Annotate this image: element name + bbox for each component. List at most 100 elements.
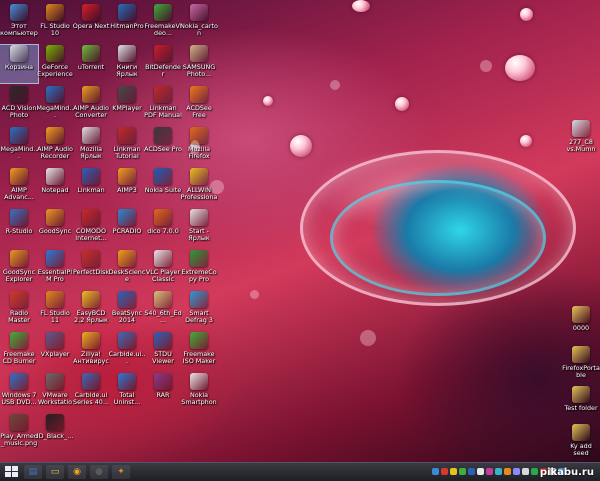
desktop-shortcut[interactable]: ACDSee Pro <box>144 127 182 165</box>
desktop-shortcut[interactable]: MegaMind... <box>36 86 74 124</box>
desktop-shortcut[interactable]: Opera Next <box>72 4 110 42</box>
tray-icon[interactable] <box>495 468 502 475</box>
desktop-shortcut[interactable]: Carbide.ui Series 40... <box>72 373 110 411</box>
desktop-shortcut[interactable]: AIMP Audio Converter <box>72 86 110 124</box>
desktop-shortcut[interactable]: KMPlayer <box>108 86 146 124</box>
desktop-shortcut[interactable]: VMware Workstation <box>36 373 74 411</box>
desktop-shortcut[interactable]: RAR <box>144 373 182 411</box>
desktop-shortcut[interactable]: Книги Ярлык <box>108 45 146 83</box>
desktop-shortcut[interactable]: VLC Player Classic <box>144 250 182 288</box>
desktop-shortcut[interactable]: STDU Viewer <box>144 332 182 370</box>
tray-icon[interactable] <box>531 468 538 475</box>
tray-icon[interactable] <box>513 468 520 475</box>
desktop-shortcut[interactable]: Test folder <box>562 386 600 424</box>
desktop-shortcut[interactable]: R-Studio <box>0 209 38 247</box>
goodsync-icon <box>10 250 28 267</box>
desktop-shortcut[interactable]: Smart Defrag 3 <box>180 291 218 329</box>
desktop-shortcut[interactable]: DeskScience <box>108 250 146 288</box>
desktop-shortcut[interactable]: Windows 7 USB DVD... <box>0 373 38 411</box>
desktop-shortcut[interactable]: FirefoxPortable <box>562 346 600 384</box>
desktop-shortcut[interactable]: BitDefender <box>144 45 182 83</box>
tray-icon[interactable] <box>468 468 475 475</box>
desktop-shortcut[interactable]: Linkman Tutorial <box>108 127 146 165</box>
desktop-shortcut[interactable]: AIMP Advanc... <box>0 168 38 206</box>
desktop-shortcut[interactable]: Nokia_carton <box>180 4 218 42</box>
desktop-shortcut[interactable]: PerfectDisk <box>72 250 110 288</box>
desktop-shortcut[interactable]: Total Uninst... <box>108 373 146 411</box>
taskbar-app-button[interactable]: ▭ <box>46 465 64 479</box>
desktop-shortcut[interactable]: Carbide.ui... <box>108 332 146 370</box>
desktop-shortcut[interactable]: GoodSync <box>36 209 74 247</box>
tray-icon[interactable] <box>450 468 457 475</box>
desktop-shortcut[interactable]: HitmanPro <box>108 4 146 42</box>
shortcut-label: dico 7.0.0 <box>147 228 179 235</box>
desktop-shortcut[interactable]: dico 7.0.0 <box>144 209 182 247</box>
desktop-shortcut[interactable]: Ky add seed <box>562 424 600 462</box>
shortcut-label: Корзина <box>4 64 34 71</box>
desktop-shortcut[interactable]: Freemake CD Burner Ярлык <box>0 332 38 370</box>
desktop-shortcut[interactable]: ALLWIN Professional <box>180 168 218 206</box>
desktop-shortcut[interactable]: FL Studio 10 <box>36 4 74 42</box>
shortcut-label: HitmanPro <box>110 23 144 30</box>
fl-studio-icon <box>46 4 64 21</box>
taskbar-app-button[interactable]: ✦ <box>112 465 130 479</box>
desktop-shortcut[interactable]: PCRADIO <box>108 209 146 247</box>
desktop-shortcut[interactable]: uTorrent <box>72 45 110 83</box>
desktop-shortcut[interactable]: GoodSync Explorer <box>0 250 38 288</box>
desktop-shortcut[interactable]: ACDSee Free <box>180 86 218 124</box>
desktop-shortcut[interactable]: SAMSUNG Photo... <box>180 45 218 83</box>
tray-icon[interactable] <box>522 468 529 475</box>
desktop-shortcut[interactable]: ExtremeCopy Pro <box>180 250 218 288</box>
desktop-shortcut[interactable]: Start - Ярлык <box>180 209 218 247</box>
desktop-shortcut[interactable]: Zillya! Антивирус <box>72 332 110 370</box>
aimp-icon: ◉ <box>73 467 81 477</box>
desktop-shortcut[interactable]: Mozilla Firefox <box>180 127 218 165</box>
desktop-shortcut[interactable]: Freemake ISO Maker Ярлык <box>180 332 218 370</box>
tray-icon[interactable] <box>477 468 484 475</box>
shortcut-label: STDU Viewer <box>152 351 174 366</box>
desktop-shortcut[interactable]: BeatSync 2014 <box>108 291 146 329</box>
desktop-shortcut[interactable]: GeForce Experience <box>36 45 74 83</box>
desktop-shortcut[interactable]: MegaMind... <box>0 127 38 165</box>
desktop-shortcut[interactable]: Корзина <box>0 44 39 84</box>
desktop-shortcut[interactable]: FreemakeVideo... <box>144 4 182 42</box>
taskbar-app-button[interactable]: ▤ <box>24 465 42 479</box>
desktop-shortcut[interactable]: FL Studio 11 <box>36 291 74 329</box>
tray-icon[interactable] <box>432 468 439 475</box>
tray-icon[interactable] <box>504 468 511 475</box>
desktop-shortcut[interactable]: Этот компьютер <box>0 4 38 42</box>
desktop-shortcut[interactable]: EasyBCD 2.2 Ярлык <box>72 291 110 329</box>
desktop-shortcut[interactable]: Nokia Smartphone... <box>180 373 218 411</box>
desktop-shortcut[interactable]: ACD Vision Photo Viewer <box>0 86 38 124</box>
desktop-shortcut[interactable]: 277_C8 vs.Mumn <box>562 120 600 158</box>
desktop-shortcut[interactable]: Nokia Suite <box>144 168 182 206</box>
taskbar-app-button[interactable]: ● <box>90 465 108 479</box>
desktop-shortcut[interactable]: 0000 <box>562 306 600 344</box>
desktop-shortcut[interactable]: COMODO Internet... <box>72 209 110 247</box>
aimp-icon <box>46 127 64 144</box>
media-icon: ● <box>95 467 103 477</box>
desktop-shortcut[interactable]: VXplayer <box>36 332 74 370</box>
shortcut-label: Linkman Tutorial <box>113 146 141 161</box>
comodo-icon <box>82 209 100 226</box>
taskbar-app-button[interactable]: ◉ <box>68 465 86 479</box>
tray-icon[interactable] <box>441 468 448 475</box>
shortcut-label: Freemake CD Burner Ярлык <box>2 351 36 366</box>
desktop-shortcut[interactable]: ID_Black_... <box>36 414 74 452</box>
tray-icon[interactable] <box>459 468 466 475</box>
desktop-shortcut[interactable]: AIMP Audio Recorder <box>36 127 74 165</box>
desktop-shortcut[interactable]: Notepad <box>36 168 74 206</box>
desktop-shortcut[interactable]: Play_Armed_music.png <box>0 414 38 452</box>
start-button[interactable] <box>2 465 20 479</box>
desktop-shortcut[interactable]: Linkman PDF Manual <box>144 86 182 124</box>
desktop-shortcut[interactable]: Linkman <box>72 168 110 206</box>
desktop-shortcut[interactable]: AIMP3 <box>108 168 146 206</box>
shortcut-label: Windows 7 USB DVD... <box>1 392 37 407</box>
bokeh-light <box>480 60 492 72</box>
desktop-shortcut[interactable]: S40_6th_Ed... <box>144 291 182 329</box>
tray-icon[interactable] <box>486 468 493 475</box>
shortcut-label: VLC Player Classic <box>145 269 181 284</box>
desktop-shortcut[interactable]: EssentialPIM Pro <box>36 250 74 288</box>
desktop-shortcut[interactable]: Radio Master <box>0 291 38 329</box>
desktop-shortcut[interactable]: Mozilla Ярлык <box>72 127 110 165</box>
